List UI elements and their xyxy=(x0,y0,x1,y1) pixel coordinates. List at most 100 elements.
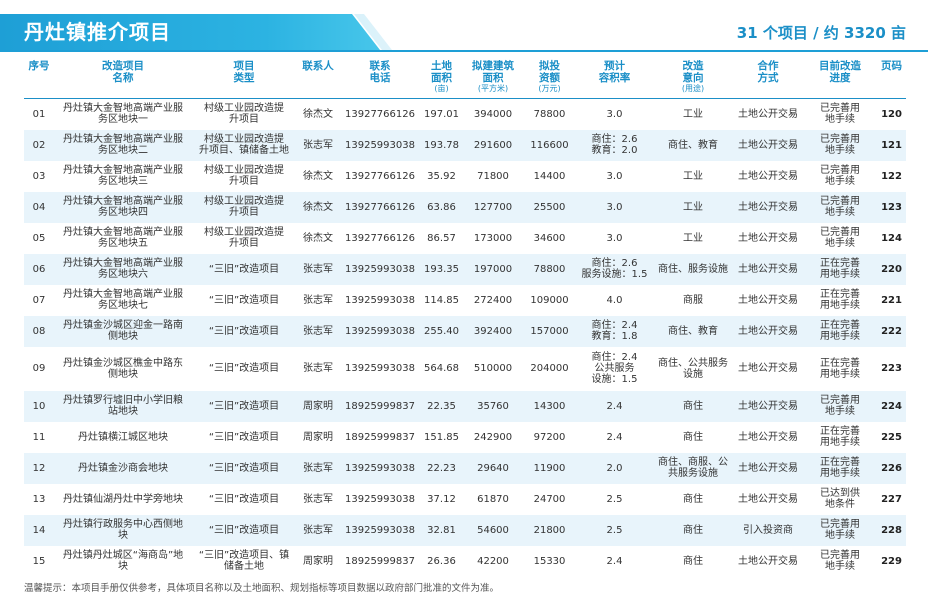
column-header: 联系 电话 xyxy=(340,57,420,99)
contact-phone: 13925993038 xyxy=(340,315,420,347)
usage-intent: 商住 xyxy=(653,421,733,453)
contact-phone: 18925999837 xyxy=(340,421,420,453)
contact-person: 周家明 xyxy=(296,421,340,453)
floor-area-ratio: 3.0 xyxy=(576,160,653,192)
floor-area-ratio: 2.4 xyxy=(576,545,653,577)
building-area: 242900 xyxy=(463,421,523,453)
contact-person: 张志军 xyxy=(296,452,340,484)
page-number: 221 xyxy=(877,284,906,316)
table-row: 07 丹灶镇大金智地高端产业服 务区地块七 “三旧”改造项目 张志军 139259930… xyxy=(24,284,906,316)
column-header: 联系人 xyxy=(296,57,340,99)
usage-intent: 商服 xyxy=(653,284,733,316)
investment: 78800 xyxy=(523,253,576,285)
cooperation-mode: 土地公开交易 xyxy=(733,284,803,316)
contact-person: 周家明 xyxy=(296,545,340,577)
land-area: 255.40 xyxy=(420,315,463,347)
column-header: 项目 类型 xyxy=(192,57,296,99)
row-number: 08 xyxy=(24,315,54,347)
page-header: 丹灶镇推介项目 31 个项目 / 约 3320 亩 xyxy=(0,0,928,52)
project-type: “三旧”改造项目 xyxy=(192,346,296,391)
floor-area-ratio: 2.5 xyxy=(576,483,653,515)
column-header-label: 改造 意向 xyxy=(682,60,704,84)
project-type: “三旧”改造项目 xyxy=(192,514,296,546)
investment: 109000 xyxy=(523,284,576,316)
usage-intent: 商住 xyxy=(653,390,733,422)
contact-phone: 13925993038 xyxy=(340,346,420,391)
header-divider xyxy=(0,50,928,52)
page-number: 122 xyxy=(877,160,906,192)
table-row: 05 丹灶镇大金智地高端产业服 务区地块五 村级工业园改造提 升项目 徐杰文 13927… xyxy=(24,222,906,254)
usage-intent: 商住、服务设施 xyxy=(653,253,733,285)
project-name: 丹灶镇大金智地高端产业服 务区地块二 xyxy=(54,129,192,161)
land-area: 35.92 xyxy=(420,160,463,192)
floor-area-ratio: 2.5 xyxy=(576,514,653,546)
land-area: 193.78 xyxy=(420,129,463,161)
investment: 204000 xyxy=(523,346,576,391)
page-number: 121 xyxy=(877,129,906,161)
building-area: 510000 xyxy=(463,346,523,391)
progress-status: 已完善用 地手续 xyxy=(803,98,877,130)
building-area: 61870 xyxy=(463,483,523,515)
column-header: 序号 xyxy=(24,57,54,99)
column-header: 页码 xyxy=(877,57,906,99)
investment: 11900 xyxy=(523,452,576,484)
usage-intent: 商住、教育 xyxy=(653,315,733,347)
page-number: 222 xyxy=(877,315,906,347)
cooperation-mode: 土地公开交易 xyxy=(733,452,803,484)
floor-area-ratio: 3.0 xyxy=(576,191,653,223)
usage-intent: 工业 xyxy=(653,191,733,223)
page-number: 120 xyxy=(877,98,906,130)
progress-status: 正在完善 用地手续 xyxy=(803,452,877,484)
project-name: 丹灶镇大金智地高端产业服 务区地块五 xyxy=(54,222,192,254)
contact-phone: 18925999837 xyxy=(340,390,420,422)
contact-person: 张志军 xyxy=(296,346,340,391)
investment: 25500 xyxy=(523,191,576,223)
column-header-label: 土地 面积 xyxy=(431,60,452,84)
contact-person: 张志军 xyxy=(296,284,340,316)
column-header-label: 联系 电话 xyxy=(369,60,391,84)
project-name: 丹灶镇大金智地高端产业服 务区地块六 xyxy=(54,253,192,285)
contact-phone: 13925993038 xyxy=(340,514,420,546)
project-name: 丹灶镇大金智地高端产业服 务区地块一 xyxy=(54,98,192,130)
project-summary: 31 个项目 / 约 3320 亩 xyxy=(736,24,906,42)
table-row: 10 丹灶镇罗行墟旧中小学旧粮 站地块 “三旧”改造项目 周家明 18925999837… xyxy=(24,390,906,422)
row-number: 15 xyxy=(24,545,54,577)
contact-person: 张志军 xyxy=(296,253,340,285)
usage-intent: 商住、商服、公 共服务设施 xyxy=(653,452,733,484)
column-header: 土地 面积 (亩) xyxy=(420,57,463,99)
floor-area-ratio: 2.0 xyxy=(576,452,653,484)
page-number: 226 xyxy=(877,452,906,484)
building-area: 54600 xyxy=(463,514,523,546)
column-header-label: 拟建建筑 面积 xyxy=(472,60,514,84)
contact-person: 张志军 xyxy=(296,514,340,546)
column-header: 拟建建筑 面积 (平方米) xyxy=(463,57,523,99)
contact-person: 张志军 xyxy=(296,315,340,347)
building-area: 71800 xyxy=(463,160,523,192)
page-number: 223 xyxy=(877,346,906,391)
contact-phone: 13925993038 xyxy=(340,483,420,515)
project-type: “三旧”改造项目 xyxy=(192,390,296,422)
land-area: 151.85 xyxy=(420,421,463,453)
progress-status: 已达到供 地条件 xyxy=(803,483,877,515)
floor-area-ratio: 商住：2.4 教育：1.8 xyxy=(576,315,653,347)
progress-status: 已完善用 地手续 xyxy=(803,129,877,161)
building-area: 394000 xyxy=(463,98,523,130)
progress-status: 已完善用 地手续 xyxy=(803,191,877,223)
progress-status: 正在完善 用地手续 xyxy=(803,284,877,316)
investment: 14400 xyxy=(523,160,576,192)
column-header-label: 目前改造 进度 xyxy=(819,60,861,84)
footer-note: 温馨提示：本项目手册仅供参考，具体项目名称以及土地面积、规划指标等项目数据以政府… xyxy=(24,583,500,594)
progress-status: 已完善用 地手续 xyxy=(803,160,877,192)
progress-status: 已完善用 地手续 xyxy=(803,390,877,422)
column-header: 拟投 资额 (万元) xyxy=(523,57,576,99)
contact-phone: 13927766126 xyxy=(340,222,420,254)
row-number: 05 xyxy=(24,222,54,254)
contact-person: 徐杰文 xyxy=(296,222,340,254)
page-number: 124 xyxy=(877,222,906,254)
investment: 157000 xyxy=(523,315,576,347)
usage-intent: 工业 xyxy=(653,160,733,192)
project-type: “三旧”改造项目 xyxy=(192,284,296,316)
column-header-label: 拟投 资额 xyxy=(539,60,560,84)
building-area: 127700 xyxy=(463,191,523,223)
cooperation-mode: 土地公开交易 xyxy=(733,421,803,453)
